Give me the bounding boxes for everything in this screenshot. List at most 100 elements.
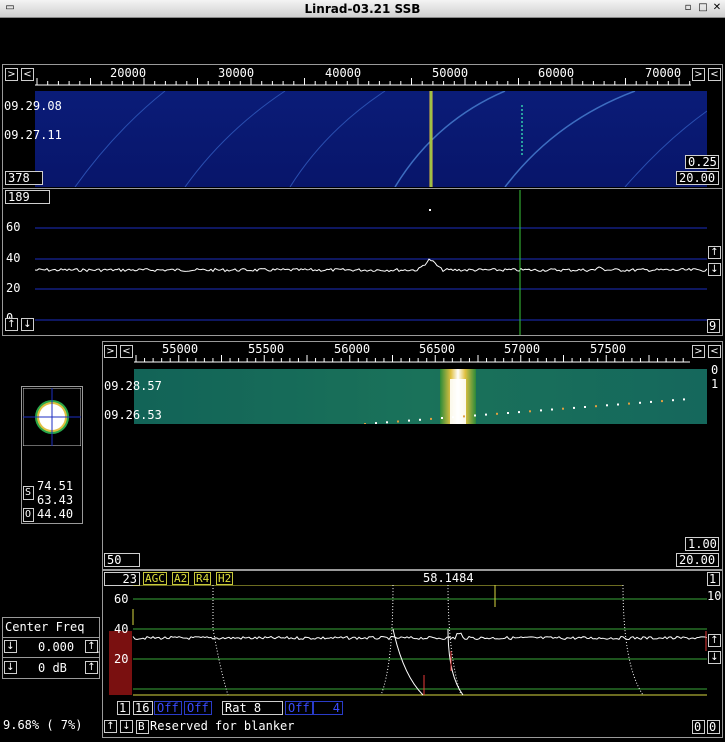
waterfall-dot (375, 422, 377, 424)
minimize-icon[interactable]: ▫ (682, 2, 694, 14)
waterfall-dot (562, 407, 564, 410)
blanker-down-arrow-button[interactable]: ↓ (120, 720, 133, 733)
hires-freq-label: 55000 (162, 342, 199, 356)
wide-right-zoom-out-button[interactable]: < (708, 68, 721, 81)
wide-freq-label: 60000 (538, 66, 575, 80)
zero-box-2[interactable]: 0 (707, 720, 720, 734)
wide-right-box[interactable]: 9 (707, 319, 720, 333)
wide-up-arrow-button[interactable]: ↑ (5, 318, 18, 331)
off-toggle-2[interactable]: Off (184, 701, 212, 715)
wide-freq-label: 70000 (645, 66, 682, 80)
wide-freq-label: 30000 (218, 66, 255, 80)
baseband-16-box[interactable]: 16 (133, 701, 153, 715)
baseband-spectrum[interactable] (103, 585, 707, 700)
waterfall-dot (485, 413, 487, 416)
off-toggle-3[interactable]: Off (285, 701, 313, 715)
hires-gain-box[interactable]: 1.00 (685, 537, 719, 551)
waterfall-dot (397, 420, 399, 423)
wide-waterfall-time: 09.27.11 (4, 128, 62, 142)
blanker-up-arrow-button[interactable]: ↑ (104, 720, 117, 733)
close-icon[interactable]: ✕ (711, 2, 723, 14)
waterfall-dot (573, 406, 575, 409)
s-meter-value: 44.40 (37, 507, 74, 521)
db-up-button[interactable]: ↑ (85, 661, 98, 674)
waterfall-dot (518, 411, 520, 414)
wide-zoom-in-button[interactable]: > (5, 68, 18, 81)
wide-right-up-arrow-button[interactable]: ↑ (708, 246, 721, 259)
wide-right-down-arrow-button[interactable]: ↓ (708, 263, 721, 276)
zero-box-1[interactable]: 0 (692, 720, 705, 734)
hires-freq-label: 56500 (419, 342, 456, 356)
a2-toggle[interactable]: A2 (172, 572, 190, 585)
wide-freq-label: 20000 (110, 66, 147, 80)
polarization-display (23, 388, 81, 446)
baseband-right-box[interactable]: 1 (707, 572, 720, 586)
waterfall-dot (683, 398, 685, 401)
wide-waterfall-avg-box[interactable]: 378 (5, 171, 43, 185)
s-meter-value: 63.43 (37, 493, 74, 507)
wide-freq-label: 50000 (432, 66, 469, 80)
hires-freq-label: 55500 (248, 342, 285, 356)
wide-down-arrow-button[interactable]: ↓ (21, 318, 34, 331)
wide-waterfall[interactable] (35, 91, 707, 187)
baseband-avg-box[interactable]: 23 (104, 572, 140, 586)
baseband-y-label: 40 (114, 622, 129, 636)
wide-waterfall-time: 09.29.08 (4, 99, 62, 113)
wide-freq-label: 40000 (325, 66, 362, 80)
waterfall-dot (419, 418, 421, 421)
waterfall-dot (551, 408, 553, 411)
waterfall-dot (364, 423, 366, 424)
waterfall-dot (529, 410, 531, 413)
hires-waterfall[interactable] (134, 369, 707, 424)
hires-zoom-in-button[interactable]: > (104, 345, 117, 358)
hires-waterfall-time: 09.28.57 (104, 379, 162, 393)
waterfall-dot (441, 417, 443, 419)
center-freq-value[interactable]: 0.000 (38, 641, 74, 653)
hires-right-zoom-in-button[interactable]: > (692, 345, 705, 358)
blanker-b-button[interactable]: B (136, 720, 149, 734)
baseband-right-num: 10 (707, 589, 722, 603)
hires-zoom-out-button[interactable]: < (120, 345, 133, 358)
blanker-text: Reserved for blanker (150, 719, 295, 733)
wide-y-label: 60 (6, 220, 21, 234)
baseband-up-arrow-button[interactable]: ↑ (708, 634, 721, 647)
hires-avg-box[interactable]: 50 (104, 553, 140, 567)
waterfall-dot (595, 405, 597, 408)
r4-toggle[interactable]: R4 (194, 572, 212, 585)
baseband-y-label: 60 (114, 592, 129, 606)
o-unit-button[interactable]: O (23, 508, 34, 522)
title-bar: ▭ Linrad-03.21 SSB ▫ □ ✕ (0, 0, 725, 18)
waterfall-dot (430, 417, 432, 420)
waterfall-dot (386, 421, 388, 424)
baseband-down-arrow-button[interactable]: ↓ (708, 651, 721, 664)
four-box[interactable]: 4 (313, 701, 343, 715)
rat-box[interactable]: Rat 8 (222, 701, 283, 715)
hires-side-num: 1 (711, 377, 719, 391)
h2-toggle[interactable]: H2 (216, 572, 234, 585)
baseband-bl-box[interactable]: 1 (117, 701, 130, 715)
db-down-button[interactable]: ↓ (4, 661, 17, 674)
center-freq-down-button[interactable]: ↓ (4, 640, 17, 653)
waterfall-dot (507, 412, 509, 414)
wide-right-zoom-in-button[interactable]: > (692, 68, 705, 81)
wide-zoom-out-button[interactable]: < (21, 68, 34, 81)
waterfall-dot (617, 403, 619, 406)
waterfall-dot (540, 409, 542, 412)
waterfall-dot (496, 412, 498, 415)
maximize-icon[interactable]: □ (697, 2, 709, 14)
agc-toggle[interactable]: AGC (143, 572, 167, 585)
wide-divider (2, 188, 723, 189)
baseband-y-label: 20 (114, 652, 129, 666)
window-title: Linrad-03.21 SSB (304, 2, 421, 16)
wide-waterfall-zero-box[interactable]: 20.00 (676, 171, 719, 185)
db-value[interactable]: 0 dB (38, 662, 67, 674)
wide-waterfall-gain-box[interactable]: 0.25 (685, 155, 719, 169)
off-toggle-1[interactable]: Off (154, 701, 182, 715)
hires-zero-box[interactable]: 20.00 (676, 553, 719, 567)
waterfall-dot (474, 414, 476, 417)
hires-right-zoom-out-button[interactable]: < (708, 345, 721, 358)
wide-spectrum[interactable] (35, 190, 707, 335)
hires-waterfall-time: 09.26.53 (104, 408, 162, 422)
s-unit-button[interactable]: S (23, 486, 34, 500)
center-freq-title: Center Freq (5, 620, 85, 634)
